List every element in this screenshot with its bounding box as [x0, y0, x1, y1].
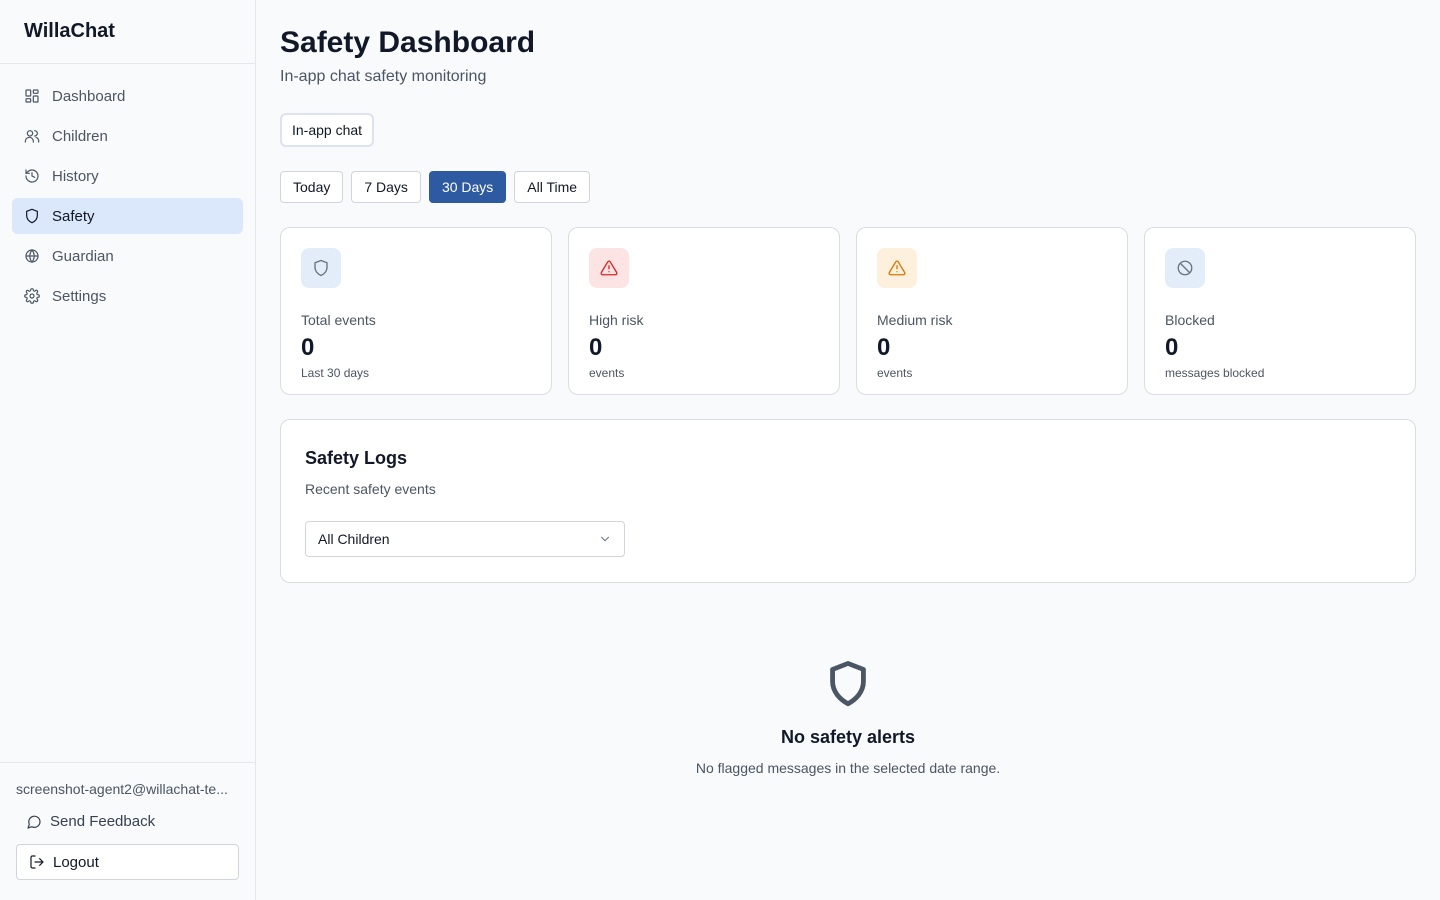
stat-label: Total events — [301, 312, 376, 328]
in-app-chat-chip[interactable]: In-app chat — [280, 113, 375, 147]
chevron-down-icon — [598, 532, 612, 546]
shield-icon — [24, 208, 40, 224]
stat-value: 0 — [301, 334, 315, 361]
sidebar-item-label: Settings — [52, 287, 107, 305]
send-feedback-label: Send Feedback — [50, 813, 156, 830]
page-subtitle: In-app chat safety monitoring — [280, 68, 487, 85]
range-today-button[interactable]: Today — [280, 171, 344, 203]
stat-label: High risk — [589, 312, 644, 328]
logout-button[interactable]: Logout — [16, 844, 239, 880]
sidebar-item-label: Dashboard — [52, 87, 126, 105]
sidebar-item-label: History — [52, 167, 99, 185]
globe-icon — [24, 248, 40, 264]
stat-label: Blocked — [1165, 312, 1215, 328]
history-icon — [24, 168, 40, 184]
stat-value: 0 — [877, 334, 891, 361]
logout-label: Logout — [53, 853, 99, 871]
range-7-days-button[interactable]: 7 Days — [351, 171, 421, 203]
stats-row: Total events 0 Last 30 days High risk 0 … — [280, 227, 1416, 395]
sidebar-item-dashboard[interactable]: Dashboard — [12, 78, 243, 114]
empty-state: No safety alerts No flagged messages in … — [280, 660, 1416, 776]
stat-note: Last 30 days — [301, 366, 370, 380]
page-title: Safety Dashboard — [280, 26, 536, 59]
sidebar: WillaChat Dashboard Children History Saf… — [0, 0, 256, 900]
safety-logs-card: Safety Logs Recent safety events All Chi… — [280, 419, 1416, 583]
sidebar-item-label: Children — [52, 127, 108, 145]
sidebar-item-settings[interactable]: Settings — [12, 278, 243, 314]
range-30-days-button[interactable]: 30 Days — [428, 171, 507, 203]
range-all-time-button[interactable]: All Time — [514, 171, 591, 203]
sidebar-item-label: Guardian — [52, 247, 114, 265]
sidebar-item-history[interactable]: History — [12, 158, 243, 194]
empty-state-subtitle: No flagged messages in the selected date… — [695, 760, 1001, 776]
child-filter-value: All Children — [318, 531, 390, 547]
send-feedback-button[interactable]: Send Feedback — [16, 813, 240, 830]
safety-logs-title: Safety Logs — [305, 448, 408, 468]
stat-value: 0 — [1165, 334, 1179, 361]
logout-icon — [29, 854, 53, 870]
stat-card-high-risk: High risk 0 events — [568, 227, 840, 395]
app-logo: WillaChat — [0, 0, 255, 64]
stat-label: Medium risk — [877, 312, 953, 328]
stat-note: events — [877, 366, 913, 380]
stat-note: messages blocked — [1165, 366, 1265, 380]
safety-logs-subtitle: Recent safety events — [305, 481, 436, 497]
message-circle-icon — [26, 814, 50, 830]
ban-icon — [1165, 248, 1205, 288]
stat-note: events — [589, 366, 625, 380]
stat-card-total-events: Total events 0 Last 30 days — [280, 227, 552, 395]
alert-triangle-icon — [589, 248, 629, 288]
sidebar-item-safety[interactable]: Safety — [12, 198, 243, 234]
main-content: Safety Dashboard In-app chat safety moni… — [280, 0, 1416, 776]
sidebar-footer: screenshot-agent2@willachat-te... Send F… — [0, 762, 256, 900]
sidebar-item-guardian[interactable]: Guardian — [12, 238, 243, 274]
empty-state-title: No safety alerts — [780, 727, 916, 747]
stat-card-medium-risk: Medium risk 0 events — [856, 227, 1128, 395]
stat-card-blocked: Blocked 0 messages blocked — [1144, 227, 1416, 395]
sidebar-item-children[interactable]: Children — [12, 118, 243, 154]
users-icon — [24, 128, 40, 144]
shield-icon — [280, 660, 1416, 713]
alert-triangle-icon — [877, 248, 917, 288]
stat-value: 0 — [589, 334, 603, 361]
child-filter-select[interactable]: All Children — [305, 521, 625, 557]
shield-icon — [301, 248, 341, 288]
user-email: screenshot-agent2@willachat-te... — [16, 781, 228, 797]
dashboard-icon — [24, 88, 40, 104]
sidebar-item-label: Safety — [52, 207, 95, 225]
gear-icon — [24, 288, 40, 304]
sidebar-nav: Dashboard Children History Safety Guardi… — [0, 64, 255, 314]
date-range-selector: Today 7 Days 30 Days All Time — [280, 171, 1416, 203]
